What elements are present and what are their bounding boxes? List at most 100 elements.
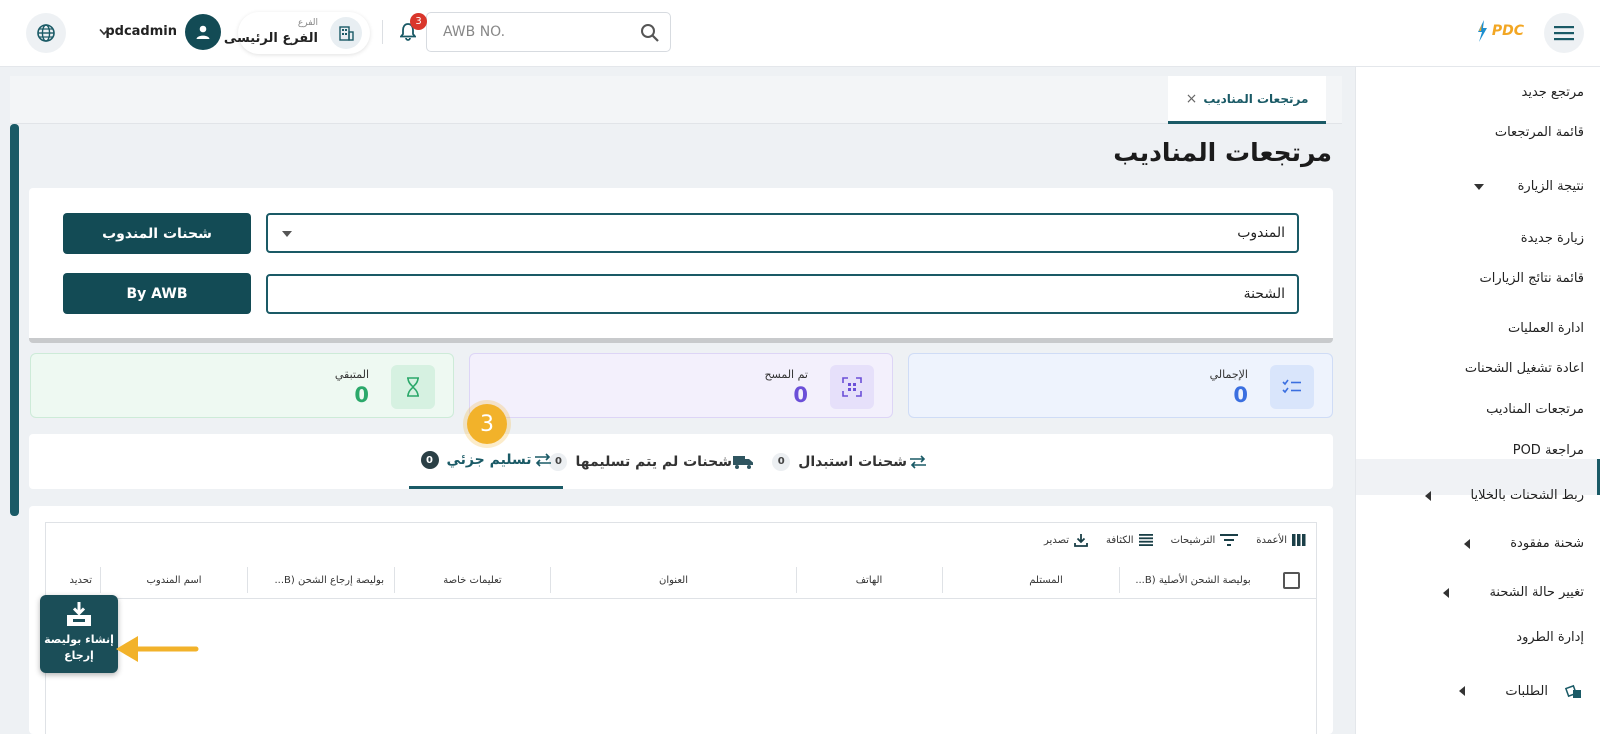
column-header[interactable]: العنوان <box>551 561 796 599</box>
sidebar-item-label: ربط الشحنات بالخلايا <box>1470 488 1584 503</box>
inbox-download-icon <box>67 602 91 626</box>
column-header[interactable]: بوليصة الشحن الأصلية (B... <box>1120 561 1266 599</box>
caret-left-icon <box>1464 538 1471 549</box>
density-icon <box>1138 534 1153 546</box>
by-awb-button[interactable]: By AWB <box>63 273 251 314</box>
truck-icon <box>733 455 753 469</box>
caret-left-icon <box>1443 587 1450 598</box>
caret-down-icon <box>1473 183 1484 190</box>
column-separator[interactable] <box>100 567 101 593</box>
sidebar-item-label: شحنة مفقودة <box>1510 536 1584 551</box>
close-icon[interactable]: × <box>1186 91 1198 107</box>
tab-label: مرتجعات المناديب <box>1203 91 1309 106</box>
columns-button[interactable]: الأعمدة <box>1256 534 1306 546</box>
globe-icon <box>37 24 55 42</box>
avatar <box>185 14 221 50</box>
sidebar-item-change-status[interactable]: تغيير حالة الشحنة <box>1443 585 1584 600</box>
sidebar-item-visit-results-list[interactable]: قائمة نتائج الزيارات <box>1479 271 1584 286</box>
sidebar-item-pod-review[interactable]: مراجعة POD <box>1513 443 1584 458</box>
search-input[interactable]: AWB NO. <box>443 24 505 40</box>
grid-toolbar: الأعمدة الترشيحات الكثافة تصدير <box>1044 533 1306 547</box>
create-return-awb-button[interactable]: إنشاء بوليصة إرجاع <box>40 595 118 673</box>
top-bar: PDC AWB NO. 3 الفرع الفرع الرئيسى pdcadm… <box>0 0 1600 67</box>
swap-icon <box>910 454 926 469</box>
sidebar-item-label: زيارة جديدة <box>1520 231 1584 246</box>
column-header[interactable]: اسم المندوب <box>101 561 247 599</box>
stat-total: الإجمالي 0 <box>908 353 1333 418</box>
pdc-logo-icon <box>1477 20 1487 42</box>
column-header[interactable]: المستلم <box>973 561 1119 599</box>
column-separator[interactable] <box>1119 567 1120 593</box>
sidebar-item-label: مراجعة POD <box>1512 443 1584 458</box>
search-icon[interactable] <box>640 23 660 43</box>
sidebar-item-label: مرتجع جديد <box>1521 85 1585 100</box>
sidebar-item-courier-returns[interactable]: مرتجعات المناديب <box>1486 402 1584 417</box>
select-all-checkbox[interactable] <box>1283 572 1300 589</box>
branch-icon-box <box>330 17 362 49</box>
username: pdcadmin <box>105 24 177 39</box>
export-button[interactable]: تصدير <box>1044 533 1088 547</box>
awb-field-value: الشحنة <box>1243 286 1285 302</box>
tab-label: شحنات لم يتم تسليمها <box>575 453 732 470</box>
tab-undelivered-shipments[interactable]: شحنات لم يتم تسليمها 0 <box>549 434 754 489</box>
sidebar-item-lost-shipment[interactable]: شحنة مفقودة <box>1464 536 1584 551</box>
courier-select[interactable]: المندوب <box>266 213 1299 253</box>
caret-left-icon <box>1459 686 1466 696</box>
user-icon <box>196 25 210 39</box>
density-button[interactable]: الكثافة <box>1106 534 1153 546</box>
column-separator[interactable] <box>394 567 395 593</box>
fab-label-line1: إنشاء بوليصة <box>44 633 114 646</box>
divider <box>382 20 383 44</box>
column-header[interactable]: تحديد <box>46 561 100 599</box>
notification-badge: 3 <box>410 13 427 30</box>
tab-courier-returns[interactable]: مرتجعات المناديب × <box>1168 76 1326 124</box>
step-marker: 3 <box>467 404 507 444</box>
grid-header: بوليصة الشحن الأصلية (B... المستلم الهات… <box>46 561 1316 599</box>
sidebar-item-reprocess-shipments[interactable]: اعادة تشغيل الشحنات <box>1465 361 1584 376</box>
branch-label: الفرع <box>297 18 318 28</box>
arrow-annotation <box>116 636 199 662</box>
sidebar-item-new-return[interactable]: مرتجع جديد <box>1522 85 1585 100</box>
column-separator[interactable] <box>247 567 248 593</box>
filters-button[interactable]: الترشيحات <box>1171 534 1239 546</box>
chevron-down-icon[interactable] <box>99 28 109 36</box>
stat-total-label: الإجمالي <box>1209 368 1248 381</box>
awb-field[interactable]: الشحنة <box>266 274 1299 314</box>
stat-scanned: تم المسح 0 <box>469 353 893 418</box>
sidebar-item-parcels-management[interactable]: إدارة الطرود <box>1516 630 1584 645</box>
columns-icon <box>1292 534 1306 546</box>
logo-text: PDC <box>1491 23 1524 39</box>
stat-remaining-label: المتبقي <box>334 368 369 381</box>
tab-exchange-shipments[interactable]: شحنات استبدال 0 <box>772 434 927 489</box>
sidebar-item-label: الطلبات <box>1505 683 1548 699</box>
scan-icon <box>830 365 874 409</box>
language-button[interactable] <box>26 13 66 53</box>
user-menu[interactable]: pdcadmin <box>95 14 223 52</box>
column-separator[interactable] <box>796 567 797 593</box>
hourglass-icon <box>391 365 435 409</box>
data-grid: الأعمدة الترشيحات الكثافة تصدير بوليصة ا… <box>45 522 1317 734</box>
column-separator[interactable] <box>942 567 943 593</box>
column-header[interactable]: الهاتف <box>796 561 942 599</box>
sidebar-item-label: قائمة نتائج الزيارات <box>1479 271 1584 286</box>
sidebar-item-link-shipments-cells[interactable]: ربط الشحنات بالخلايا <box>1424 488 1584 503</box>
sidebar-item-new-visit[interactable]: زيارة جديدة <box>1521 231 1584 246</box>
hamburger-icon <box>1554 26 1574 41</box>
caret-left-icon <box>1424 490 1431 501</box>
scroll-indicator[interactable] <box>10 124 19 516</box>
branch-selector[interactable]: الفرع الفرع الرئيسى <box>224 12 370 54</box>
page-title: مرتجعات المناديب <box>1113 138 1332 167</box>
sidebar-item-returns-list[interactable]: قائمة المرتجعات <box>1495 125 1584 140</box>
notifications-button[interactable]: 3 <box>392 13 427 48</box>
sidebar-item-visit-result[interactable]: نتيجة الزيارة <box>1473 179 1584 194</box>
courier-shipments-button[interactable]: شحنات المندوب <box>63 213 251 254</box>
menu-button[interactable] <box>1544 13 1584 53</box>
fab-label-line2: إرجاع <box>64 649 94 662</box>
filter-icon <box>1220 534 1239 546</box>
awb-search[interactable]: AWB NO. <box>426 12 671 52</box>
column-header[interactable]: تعليمات خاصة <box>395 561 550 599</box>
column-header[interactable]: بوليصة إرجاع الشحن (B... <box>248 561 394 599</box>
sidebar-item-orders[interactable]: الطلبات <box>1459 681 1584 701</box>
column-separator[interactable] <box>550 567 551 593</box>
sidebar-item-operations[interactable]: ادارة العمليات <box>1508 321 1584 336</box>
